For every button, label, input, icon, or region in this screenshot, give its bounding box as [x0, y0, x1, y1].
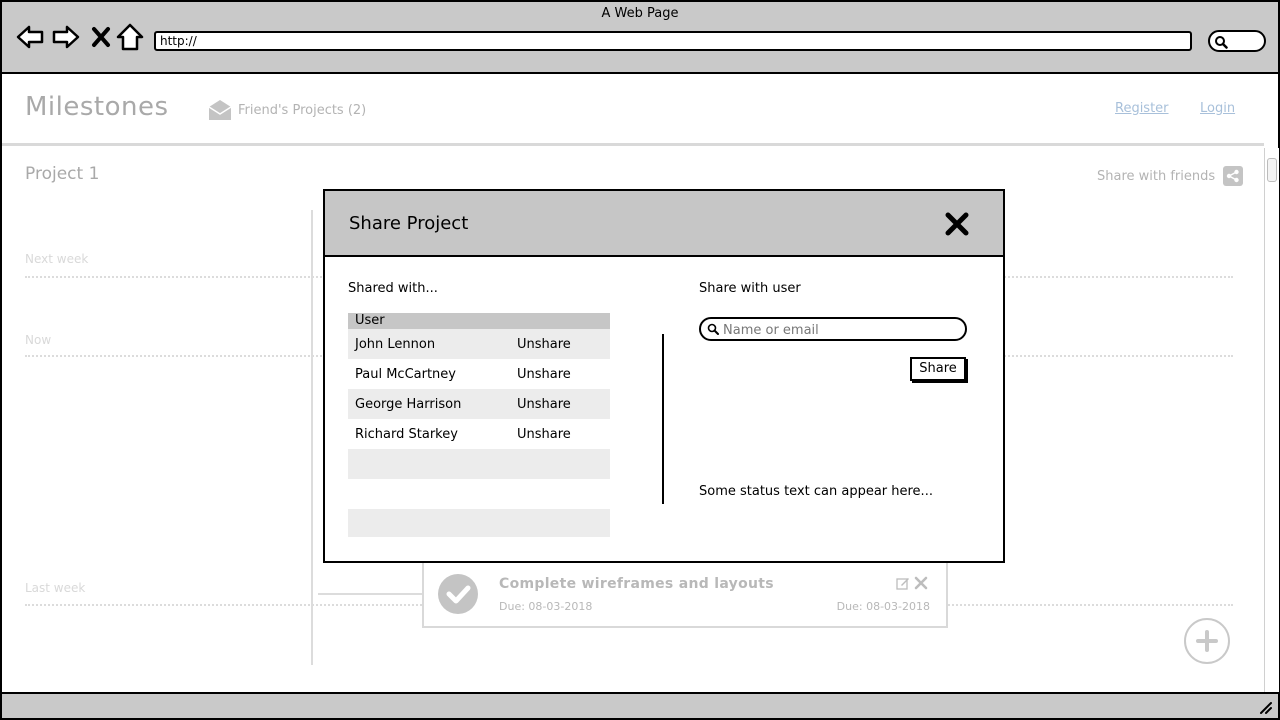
name-or-email-input[interactable]	[721, 320, 961, 340]
url-text: http://	[160, 34, 197, 48]
search-icon	[1215, 36, 1228, 49]
share-with-friends-button[interactable]: Share with friends	[1097, 166, 1244, 186]
url-input[interactable]: http://	[154, 31, 1192, 51]
column-divider	[662, 334, 664, 504]
timeline-label-next-week: Next week	[25, 252, 89, 266]
back-icon[interactable]	[15, 22, 45, 52]
shared-users-table: User John Lennon Unshare Paul McCartney …	[348, 313, 610, 537]
timeline-connector	[318, 593, 422, 595]
unshare-link[interactable]: Unshare	[517, 337, 607, 352]
task-due-date: Due: 08-03-2018	[499, 600, 593, 613]
task-due-date: Due: 08-03-2018	[836, 600, 930, 613]
modal-title: Share Project	[349, 213, 469, 234]
add-milestone-button[interactable]	[1184, 618, 1230, 664]
browser-status-bar	[0, 692, 1280, 720]
check-circle-icon[interactable]	[438, 574, 478, 614]
friends-projects-link[interactable]: Friend's Projects (2)	[208, 98, 366, 122]
delete-icon[interactable]	[914, 576, 928, 590]
user-search-field[interactable]	[699, 317, 967, 341]
table-row-empty	[348, 509, 610, 537]
edit-icon[interactable]	[896, 576, 910, 590]
status-text: Some status text can appear here...	[699, 484, 933, 499]
search-icon	[707, 323, 719, 335]
table-row: Richard Starkey Unshare	[348, 419, 610, 449]
user-name: Richard Starkey	[355, 426, 458, 442]
timeline-label-last-week: Last week	[25, 581, 86, 595]
scrollbar-thumb[interactable]	[1267, 158, 1277, 182]
unshare-link[interactable]: Unshare	[517, 367, 607, 382]
brand-logo[interactable]: Milestones	[25, 92, 169, 122]
table-row: George Harrison Unshare	[348, 389, 610, 419]
app-header	[2, 74, 1264, 146]
user-name: Paul McCartney	[355, 366, 456, 382]
project-title: Project 1	[25, 164, 100, 184]
user-name: John Lennon	[355, 336, 436, 352]
register-link[interactable]: Register	[1115, 101, 1169, 116]
share-button[interactable]: Share	[910, 357, 966, 381]
unshare-link[interactable]: Unshare	[517, 397, 607, 412]
share-icon	[1223, 166, 1244, 186]
plus-icon	[1196, 630, 1218, 652]
task-title: Complete wireframes and layouts	[499, 576, 774, 592]
close-icon[interactable]	[942, 209, 972, 239]
timeline-label-now: Now	[25, 333, 52, 347]
table-row-empty	[348, 479, 610, 509]
table-row: John Lennon Unshare	[348, 329, 610, 359]
timeline-axis	[311, 210, 313, 665]
table-row-empty	[348, 449, 610, 479]
shared-with-label: Shared with...	[348, 281, 438, 296]
stop-icon[interactable]	[87, 22, 117, 52]
table-row: Paul McCartney Unshare	[348, 359, 610, 389]
share-project-modal: Share Project Shared with... User John L…	[323, 189, 1005, 563]
task-card[interactable]: Complete wireframes and layouts Due: 08-…	[422, 560, 948, 628]
window-title: A Web Page	[601, 6, 679, 21]
modal-header: Share Project	[325, 191, 1003, 257]
home-icon[interactable]	[115, 22, 145, 52]
envelope-icon	[208, 100, 232, 120]
unshare-link[interactable]: Unshare	[517, 427, 607, 442]
share-with-friends-label: Share with friends	[1097, 168, 1216, 184]
friends-projects-label: Friend's Projects (2)	[238, 102, 367, 118]
login-link[interactable]: Login	[1200, 101, 1235, 116]
share-with-user-label: Share with user	[699, 281, 801, 296]
page-scrollbar[interactable]	[1264, 148, 1279, 694]
table-header-user: User	[348, 313, 610, 329]
forward-icon[interactable]	[51, 22, 81, 52]
user-name: George Harrison	[355, 396, 462, 412]
browser-search-box[interactable]	[1208, 30, 1266, 52]
resize-grip-icon[interactable]	[1258, 700, 1272, 714]
